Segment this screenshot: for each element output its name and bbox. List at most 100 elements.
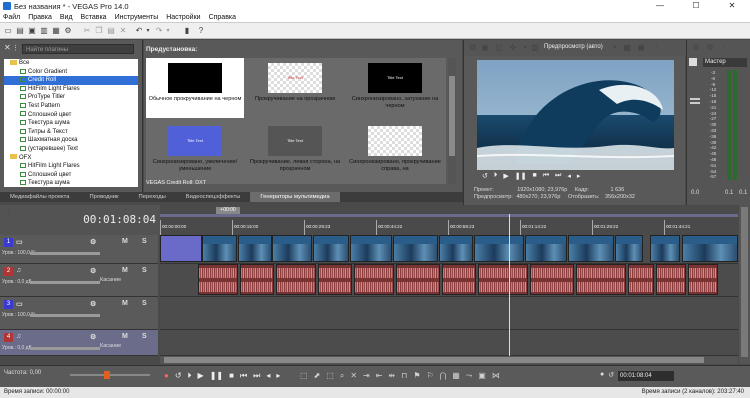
video-clip[interactable] — [682, 235, 738, 262]
tree-item[interactable]: Сплошной цвет — [4, 171, 138, 180]
playback-cursor[interactable] — [509, 214, 510, 356]
solo-button[interactable]: S — [142, 333, 147, 340]
mute-button[interactable]: M — [122, 333, 128, 340]
copy-snapshot-icon[interactable]: ▦ — [622, 43, 632, 53]
tree-item[interactable]: HitFilm Light Flares — [4, 85, 138, 94]
play-from-start-icon-2[interactable]: ⏵ — [188, 371, 192, 381]
save-as-icon[interactable]: ▥ — [39, 26, 49, 36]
window-tab[interactable]: Проводник — [79, 192, 128, 202]
preset-item[interactable]: Title Text Прокручивание на прозрачном — [246, 58, 344, 118]
mute-button[interactable]: M — [122, 238, 128, 245]
audio-clip[interactable] — [396, 264, 440, 295]
preview-fx-icon[interactable]: ▣ — [480, 43, 490, 53]
window-tab[interactable]: Медиафайлы проекта — [0, 192, 79, 202]
overlays-icon[interactable]: ▥ — [530, 43, 540, 53]
region-icon[interactable]: ⚐ — [427, 371, 434, 381]
save-icon[interactable]: ▣ — [27, 26, 37, 36]
hscroll-thumb[interactable] — [164, 357, 704, 363]
envelope-tool-icon[interactable]: ⬈ — [314, 371, 321, 381]
master-mute-icon[interactable] — [689, 58, 697, 66]
tree-item[interactable]: Все — [4, 59, 138, 68]
tree-item[interactable]: ProType Titler — [4, 93, 138, 102]
go-start-icon-2[interactable]: ⏮ — [240, 371, 247, 381]
video-clip[interactable] — [393, 235, 438, 262]
cut-icon[interactable]: ✂ — [82, 26, 92, 36]
mute-button[interactable]: M — [122, 300, 128, 307]
redo-dropdown-icon[interactable]: ▾ — [163, 26, 173, 36]
audio-clip[interactable] — [576, 264, 626, 295]
audio-clip[interactable] — [656, 264, 686, 295]
save-snapshot-icon[interactable]: ▣ — [636, 43, 646, 53]
snap-icon[interactable]: ⋂ — [440, 371, 447, 381]
go-start-icon[interactable]: ⏮ — [543, 172, 549, 180]
audio-clip[interactable] — [628, 264, 654, 295]
video-clip[interactable] — [525, 235, 567, 262]
record-icon-2[interactable]: ● — [600, 371, 604, 379]
undo-dropdown-icon[interactable]: ▾ — [143, 26, 153, 36]
track-level-slider[interactable] — [30, 252, 100, 255]
pause-icon[interactable]: ❚❚ — [515, 172, 527, 180]
dropdown-icon[interactable]: ▾ — [520, 43, 530, 53]
audio-clip[interactable] — [240, 264, 274, 295]
preset-item[interactable]: Title Text Синхронизировано, увеличение/у… — [146, 121, 244, 181]
play-from-start-icon[interactable]: ⏵ — [494, 172, 498, 180]
auto-ripple-icon[interactable]: ▦ — [452, 371, 460, 381]
play-icon-2[interactable]: ▶ — [198, 371, 204, 381]
solo-button[interactable]: S — [142, 300, 147, 307]
loop-icon-3[interactable]: ↺ — [608, 371, 614, 379]
go-end-icon-2[interactable]: ⏭ — [253, 371, 260, 381]
video-clip[interactable] — [439, 235, 473, 262]
tree-item[interactable]: Test Pattern — [4, 102, 138, 111]
tree-item[interactable]: Текстура шума — [4, 179, 138, 187]
timeline-vertical-scrollbar[interactable] — [739, 205, 750, 364]
loop-region-bar[interactable] — [160, 214, 738, 217]
video-clip[interactable] — [160, 235, 202, 262]
master-fx-icon[interactable]: ⚙ — [691, 43, 701, 53]
track-level-slider[interactable] — [30, 314, 100, 317]
go-end-icon[interactable]: ⏭ — [555, 172, 561, 180]
master-props-icon[interactable]: ⚙ — [705, 43, 715, 53]
new-project-icon[interactable]: ▭ — [3, 26, 13, 36]
track-fx-icon[interactable]: ⚙ — [90, 333, 96, 341]
track-header[interactable]: 1 ▭ M S ⚙ Уров.: 100,0 % — [0, 235, 158, 264]
next-frame-icon[interactable]: ▸ — [577, 172, 581, 180]
trim-icon[interactable]: ▮ — [182, 26, 192, 36]
menu-help[interactable]: Справка — [209, 12, 236, 22]
plugin-search-input[interactable]: Найти плагины — [22, 44, 134, 54]
minimize-button[interactable]: — — [642, 0, 678, 12]
properties-icon[interactable]: ⚙ — [63, 26, 73, 36]
track-level-slider[interactable] — [30, 281, 100, 284]
help-icon[interactable]: ? — [196, 26, 206, 36]
preset-item[interactable]: Title Text Синхронизировано, затухание на… — [346, 58, 444, 118]
track-list-menu-icon[interactable]: ⋮ — [4, 207, 14, 217]
audio-clip[interactable] — [198, 264, 238, 295]
split-screen-icon[interactable]: ◫ — [494, 43, 504, 53]
close-panel-icon[interactable]: ✕ — [4, 43, 11, 52]
tree-item[interactable]: Текстура шума — [4, 119, 138, 128]
crossfade-icon[interactable]: ⋈ — [492, 371, 500, 381]
mute-button[interactable]: M — [122, 267, 128, 274]
tree-item[interactable]: Титры & Текст — [4, 128, 138, 137]
split-icon[interactable]: ⇹ — [388, 371, 395, 381]
preview-menu-icon[interactable]: ⋮ — [652, 43, 662, 53]
selection-tool-icon[interactable]: ⬚ — [326, 371, 334, 381]
preview-settings-icon[interactable]: ✣ — [508, 43, 518, 53]
solo-button[interactable]: S — [142, 238, 147, 245]
lock-envelopes-icon[interactable]: ⤳ — [466, 371, 472, 381]
render-icon[interactable]: ▦ — [51, 26, 61, 36]
loop-playback-icon[interactable]: ↺ — [175, 371, 182, 381]
master-menu-icon[interactable]: ⋮ — [719, 43, 729, 53]
prev-frame-icon[interactable]: ◂ — [567, 172, 571, 180]
normal-edit-tool-icon[interactable]: ⬚ — [300, 371, 308, 381]
track-fx-icon[interactable]: ⚙ — [90, 267, 96, 275]
menu-edit[interactable]: Правка — [28, 12, 52, 22]
pause-icon-2[interactable]: ❚❚ — [210, 371, 223, 381]
track-header[interactable]: 4 ♫ M S ⚙ Уров.: 0,0 дБ Касание — [0, 330, 158, 356]
video-clip[interactable] — [474, 235, 524, 262]
ignore-grouping-icon[interactable]: ▣ — [478, 371, 486, 381]
stop-icon[interactable]: ■ — [533, 172, 537, 180]
track-header[interactable]: 2 ♫ M S ⚙ Уров.: 0,0 дБ Касание — [0, 264, 158, 297]
track-header[interactable]: 3 ▭ M S ⚙ Уров.: 100,0 % — [0, 297, 158, 330]
tree-item[interactable]: Color Gradient — [4, 68, 138, 77]
track-lane[interactable] — [160, 330, 738, 356]
